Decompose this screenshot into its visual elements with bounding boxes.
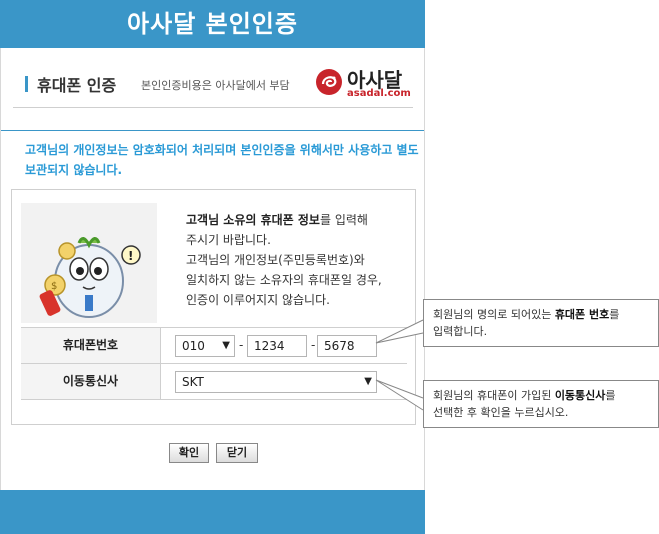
mascot-illustration: $ !	[21, 203, 157, 323]
svg-text:!: !	[128, 249, 133, 263]
privacy-notice: 고객님의 개인정보는 암호화되어 처리되며 본인인증을 위해서만 사용하고 별도…	[25, 143, 419, 177]
phone-last-value: 5678	[324, 339, 355, 353]
dash-separator: -	[311, 338, 316, 352]
section-title: 휴대폰 인증	[37, 76, 117, 95]
divider	[1, 130, 424, 131]
carrier-label: 이동통신사	[21, 364, 161, 399]
close-button[interactable]: 닫기	[216, 443, 258, 463]
mascot-image: $ !	[21, 203, 157, 323]
chevron-down-icon: ▼	[364, 376, 372, 387]
carrier-tooltip: 회원님의 휴대폰이 가입된 이동통신사를 선택한 후 확인을 누르십시오.	[423, 380, 659, 428]
carrier-value: SKT	[182, 375, 204, 389]
instruction-rest: 를 입력해	[319, 213, 368, 227]
instruction-line2: 주시기 바랍니다.	[186, 233, 271, 247]
instruction-bold: 고객님 소유의 휴대폰 정보	[186, 213, 320, 227]
carrier-tip-suffix: 를	[605, 389, 616, 402]
phone-prefix-select[interactable]: 010 ▼	[175, 335, 235, 357]
phone-tip-suffix: 를	[609, 308, 620, 321]
auth-panel: 휴대폰 인증 본인인증비용은 아사달에서 부담 아사달 asadal.com 고…	[0, 48, 425, 493]
phone-label: 휴대폰번호	[21, 328, 161, 363]
dash-separator: -	[239, 338, 244, 352]
instruction-line3: 고객님의 개인정보(주민등록번호)와	[186, 253, 365, 267]
phone-middle-input[interactable]: 1234	[247, 335, 307, 357]
page-title: 아사달 본인인증	[127, 10, 298, 38]
instruction-line5: 인증이 이루어지지 않습니다.	[186, 293, 330, 307]
title-marker	[25, 76, 28, 92]
carrier-row: 이동통신사 SKT ▼	[21, 364, 407, 400]
phone-tooltip: 회원님의 명의로 되어있는 휴대폰 번호를 입력합니다.	[423, 299, 659, 347]
asadal-logo: 아사달 asadal.com	[313, 66, 413, 102]
section-title-row: 휴대폰 인증 본인인증비용은 아사달에서 부담 아사달 asadal.com	[13, 66, 413, 108]
phone-tip-bold: 휴대폰 번호	[554, 308, 610, 321]
svg-text:$: $	[51, 281, 57, 292]
phone-middle-value: 1234	[254, 339, 285, 353]
phone-last-input[interactable]: 5678	[317, 335, 377, 357]
instruction-line4: 일치하지 않는 소유자의 휴대폰일 경우,	[186, 273, 382, 287]
chevron-down-icon: ▼	[222, 340, 230, 351]
phone-prefix-value: 010	[182, 339, 205, 353]
logo-domain: asadal.com	[347, 88, 411, 99]
page-header: 아사달 본인인증	[0, 0, 425, 48]
carrier-select[interactable]: SKT ▼	[175, 371, 377, 393]
carrier-tip-text: 회원님의 휴대폰이 가입된	[433, 389, 555, 402]
phone-tip-text: 회원님의 명의로 되어있는	[433, 308, 555, 321]
dragon-logo-icon	[316, 69, 342, 95]
instruction-text: 고객님 소유의 휴대폰 정보를 입력해 주시기 바랍니다. 고객님의 개인정보(…	[186, 210, 406, 310]
carrier-tip-bold: 이동통신사	[554, 389, 606, 402]
confirm-button[interactable]: 확인	[169, 443, 209, 463]
page-footer	[0, 490, 425, 534]
section-subtitle: 본인인증비용은 아사달에서 부담	[141, 79, 290, 92]
phone-row: 휴대폰번호 010 ▼ - 1234 - 5678	[21, 328, 407, 364]
carrier-tip-line2: 선택한 후 확인을 누르십시오.	[433, 406, 569, 419]
auth-form-box: $ ! 고객님 소유의 휴대폰 정보를 입력해 주시기 바랍니다. 고객님의 개…	[11, 189, 416, 425]
phone-tip-line2: 입력합니다.	[433, 325, 488, 338]
form-table: 휴대폰번호 010 ▼ - 1234 - 5678 이동통신사 SKT ▼	[21, 327, 407, 400]
